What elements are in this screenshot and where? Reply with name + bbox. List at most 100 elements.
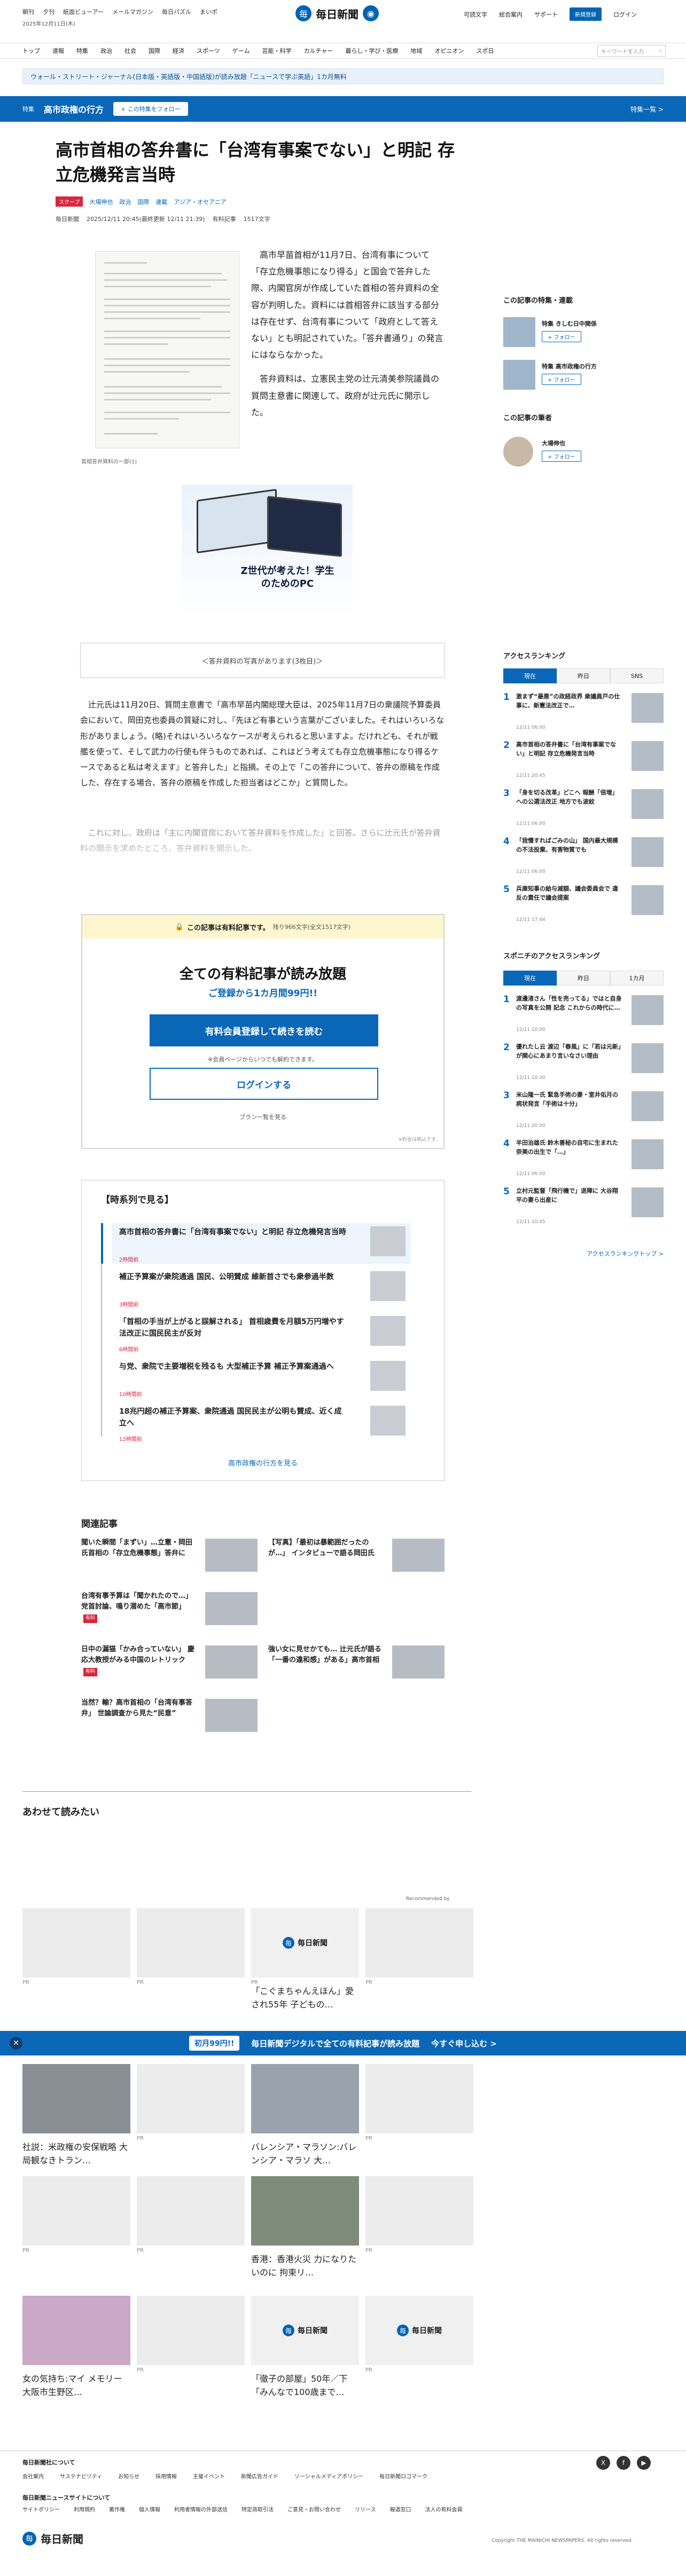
footer-link[interactable]: お知らせ [118,2472,139,2480]
footer-logo[interactable]: 毎 毎日新聞 [22,2531,83,2546]
register-button[interactable]: 新規登録 [570,7,602,21]
footer-link[interactable]: 毎日新聞ロゴマーク [379,2472,427,2480]
recommend-card[interactable]: 毎毎日新聞 「こぐまちゃんえほん」愛され55年 子どもの… [251,1908,359,2031]
recommend-card[interactable]: PR [137,2176,245,2299]
footer-link[interactable]: リリース [355,2505,376,2513]
ranking-item[interactable]: 1 激まず“最悪”の政経政界 衆議員戸の仕事に、新憲法改正で… 12/11 06:0… [503,692,664,738]
nav-item-politics[interactable]: 政治 [100,46,112,55]
link-readable[interactable]: 可読文字 [464,10,487,19]
paywall-login-button[interactable]: ログインする [150,1068,378,1100]
nav-item-society[interactable]: 社会 [124,46,136,55]
follow-button[interactable]: + フォロー [542,451,581,462]
related-item[interactable]: 日中の漏猫「かみ合っていない」 慶応大教授がみる中国のレトリック有料 [81,1644,258,1689]
recommend-card[interactable]: PR [137,2296,245,2419]
login-link[interactable]: ログイン [613,10,637,19]
follow-button[interactable]: + フォロー [542,331,581,342]
recommend-card[interactable]: PR [137,2064,245,2187]
footer-link[interactable]: 採用情報 [155,2472,177,2480]
tab-yesterday[interactable]: 昨日 [557,971,610,986]
recommend-card[interactable]: 香港：香港火災 力になりたいのに 拘束リ… [251,2176,359,2299]
promo-link[interactable]: 今すぐ申し込む > [431,2038,497,2049]
sidebar-feature-card[interactable]: 特集 高市政権の行方 + フォロー [503,360,664,390]
recommend-card[interactable]: 社説：米政権の安保戦略 大局観なきトラン… [22,2064,130,2187]
nav-item-features[interactable]: 特集 [76,46,88,55]
recommend-card[interactable]: 女の気持ち:マイ メモリー 大阪市生野区… [22,2296,130,2419]
nav-item-world[interactable]: 国際 [149,46,160,55]
timeline-item[interactable]: 補正予算案が衆院通過 国民、公明賛成 維新首さでも衆参過半数 3時間前 [112,1268,411,1309]
tab-yesterday[interactable]: 昨日 [557,668,610,683]
youtube-icon[interactable]: ▶ [637,2456,651,2470]
footer-link[interactable]: サイトポリシー [22,2505,60,2513]
footer-link[interactable]: 新聞広告ガイド [241,2472,278,2480]
ranking-item[interactable]: 3 「身を切る改革」どこへ 報酬「倍増」への公選法改正 地方でも波紋 12/11 0… [503,788,664,834]
ranking-item[interactable]: 4 「我慢すればごみの山」 国内最大規模の不法投棄、有害物質でも 12/11 06:… [503,836,664,882]
ranking-item[interactable]: 2 優れたし云 渡辺「春風」に「若は元新」が関心にあまり言いなさい理由 12/11 … [503,1042,664,1088]
related-item[interactable]: 当然？輸？高市首相の「台湾有事答弁」 世論調査から見た“民意” [81,1698,258,1743]
link-guide[interactable]: 総合案内 [499,10,523,19]
footer-link[interactable]: 著作権 [109,2505,125,2513]
nav-item-culture[interactable]: カルチャー [303,46,333,55]
plan-list-link[interactable]: プラン一覧を見る [82,1113,443,1121]
related-item[interactable]: 台湾有事予算は「聞かれたので…」 党首討論、鳴り潜めた「高市節」有料 [81,1591,258,1636]
timeline-item[interactable]: 与党、衆院で主要増税を残るも 大型補正予算 補正予算案通過へ 10時間前 [112,1358,411,1398]
ranking-item[interactable]: 3 米山隆一氏 緊急手術の妻・室井佑月の病状発言「手術は十分」 12/11 20:0… [503,1090,664,1136]
nav-viewer[interactable]: 紙面ビューアー [63,7,104,16]
x-icon[interactable]: X [596,2456,610,2470]
tag-series[interactable]: 連載 [155,198,167,206]
nav-item-opinion[interactable]: オピニオン [434,46,464,55]
tab-now[interactable]: 現在 [503,668,557,683]
nav-maipo[interactable]: まいポ [200,7,217,16]
nav-item-economy[interactable]: 経済 [173,46,184,55]
promo-bar[interactable]: ✕ 初月99円!! 毎日新聞デジタルで全ての有料記事が読み放題 今すぐ申し込む … [0,2031,686,2055]
timeline-item[interactable]: 高市首相の答弁書に「台湾有事案でない」と明記 存立危機発言当時 2時間前 [101,1223,411,1264]
nav-item-region[interactable]: 地域 [410,46,422,55]
recommend-card[interactable]: PR [365,2064,473,2187]
footer-link[interactable]: ソーシャルメディアポリシー [294,2472,363,2480]
tag-politics[interactable]: 政治 [119,198,131,206]
ranking-item[interactable]: 5 立村元監督「飛行機で」退陣に 大谷翔平の妻ら出産に 12/11 10:45 [503,1186,664,1232]
paid-register-button[interactable]: 有料会員登録して続きを読む [150,1014,378,1046]
notice-banner[interactable]: ウォール・ストリート・ジャーナル(日本版・英語版・中国語版)が読み放題「ニュース… [22,68,664,84]
access-ranking-more-link[interactable]: アクセスランキングトップ > [503,1249,664,1258]
tag-author[interactable]: 大場伸也 [89,198,113,206]
tab-now[interactable]: 現在 [503,971,557,986]
footer-link[interactable]: 特定商取引法 [241,2505,274,2513]
ranking-item[interactable]: 5 兵庫知事の給与減額、議会委員会で 違反の責任で議会提案 12/11 17:44 [503,884,664,930]
ranking-item[interactable]: 1 渡邊渚さん「性を売ってる」ではと自身の写真を公開 記念 これからの時代に… 12… [503,994,664,1040]
nav-item-breaking[interactable]: 速報 [52,46,64,55]
nav-mailmag[interactable]: メールマガジン [112,7,153,16]
nav-chokan[interactable]: 朝刊 [22,7,34,16]
nav-yukan[interactable]: 夕刊 [43,7,54,16]
recommend-card[interactable]: PR [137,1908,245,2031]
tag-world[interactable]: 国際 [137,198,149,206]
footer-link[interactable]: 会社案内 [22,2472,44,2480]
footer-link[interactable]: 個人情報 [139,2505,160,2513]
nav-item-top[interactable]: トップ [22,46,40,55]
related-item[interactable]: 【写真】「最初は暴範囲だったのが…」 インタビューで語る岡田氏 [268,1538,445,1582]
site-logo[interactable]: 毎 毎日新聞 ◉ [295,5,379,21]
nav-item-games[interactable]: ゲーム [232,46,250,55]
more-photos-link[interactable]: ＜答弁資料の写真があります(3枚目)＞ [80,643,445,678]
tab-month[interactable]: 1カ月 [610,971,664,986]
tab-sns[interactable]: SNS [610,668,664,683]
recommend-card[interactable]: 毎毎日新聞 PR [365,2296,473,2419]
footer-link[interactable]: 報道窓口 [390,2505,411,2513]
follow-button[interactable]: + フォロー [542,374,581,385]
advertisement[interactable]: Z世代が考えた！学生のためのPC [182,485,353,618]
feature-title[interactable]: 高市政権の行方 [44,103,104,115]
nav-item-science[interactable]: 芸能・科学 [262,46,291,55]
footer-link[interactable]: 利用規約 [74,2505,95,2513]
document-photo[interactable] [95,251,239,448]
search-icon[interactable]: ⌕ [659,48,662,54]
recommend-card[interactable]: PR [365,1908,473,2031]
sidebar-author-card[interactable]: 大場伸也 + フォロー [503,437,664,467]
related-item[interactable]: 強い女に見せかても… 辻元氏が語る「一番の違和感」がある」高市首相 [268,1644,445,1689]
ranking-item[interactable]: 2 高市首相の答弁書に「台湾有事案でない」と明記 存立危機発言当時 12/11 20… [503,740,664,786]
recommend-card[interactable]: 毎毎日新聞 「徹子の部屋」50年／下 「みんなで100歳まで… [251,2296,359,2419]
sidebar-feature-card[interactable]: 特集 きしむ日中関係 + フォロー [503,317,664,347]
recommend-card[interactable]: PR [22,2176,130,2299]
footer-link[interactable]: サステナビリティ [60,2472,102,2480]
footer-link[interactable]: 主催イベント [193,2472,225,2480]
timeline-item[interactable]: 「首相の手当が上がると誤解される」 首相歳費を月額5万円増やす法改正に国民民主が… [112,1313,411,1353]
tag-asia[interactable]: アジア・オセアニア [174,198,226,206]
